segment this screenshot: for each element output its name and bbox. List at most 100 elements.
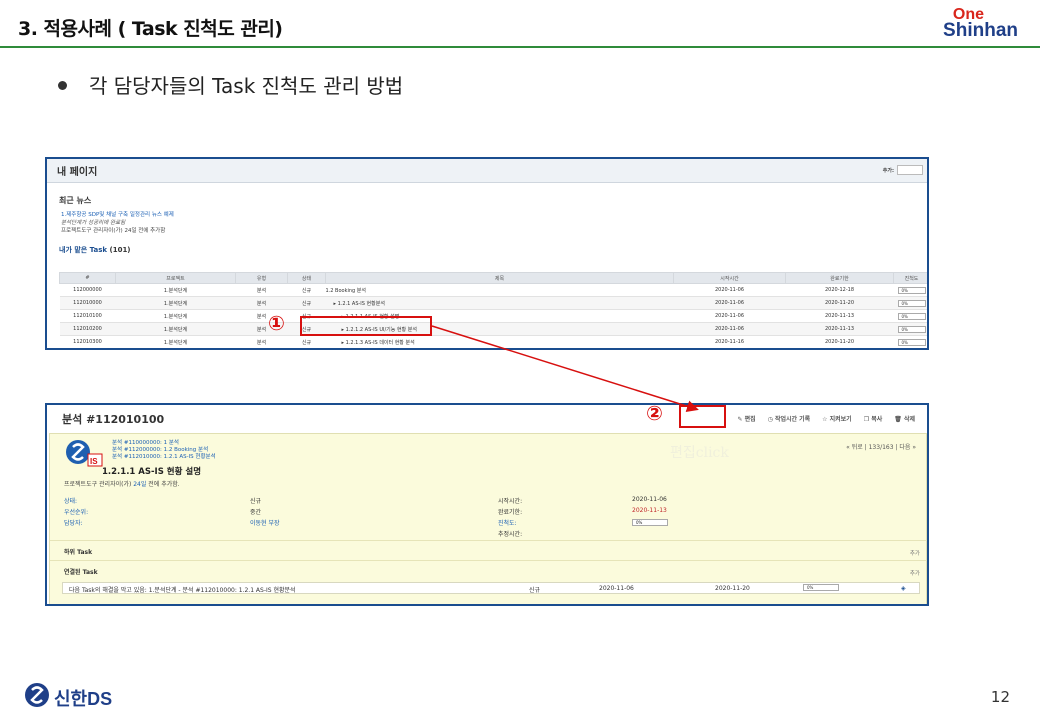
column-header[interactable]: 시작시간 <box>673 272 786 284</box>
copy-label: 복사 <box>871 416 883 423</box>
table-row[interactable]: 112010000 1.분석단계 분석 신규 ▸ 1.2.1 AS-IS 현황분… <box>59 296 927 310</box>
column-header[interactable]: 완료기한 <box>785 272 894 284</box>
svg-text:IS: IS <box>90 457 98 466</box>
task-due: 2020-12-18 <box>785 283 894 297</box>
task-project[interactable]: 1.분석단계 <box>115 322 236 336</box>
related-task-status: 신규 <box>529 587 541 594</box>
watch-label: 지켜보기 <box>829 416 852 423</box>
news-meta: 프로젝트도구 관리자이(가) 24일 전에 추가함 <box>61 228 166 234</box>
table-header-row: # 프로젝트 유형 상태 제목 시작시간 완료기한 진척도 <box>59 272 927 284</box>
progress-bar: 0% <box>632 519 668 526</box>
shinhan-logo-icon <box>25 683 49 707</box>
task-subject[interactable]: ▸ 1.2.1.3 AS-IS 데이터 현황 분석 <box>325 335 674 348</box>
table-row[interactable]: 112000000 1.분석단계 분석 신규 1.2 Booking 분석 20… <box>59 283 927 297</box>
task-project[interactable]: 1.분석단계 <box>115 283 236 297</box>
slide-title: 3. 적용사례 ( Task 진척도 관리) <box>18 18 283 40</box>
delete-button[interactable]: 🗑 삭제 <box>894 414 915 423</box>
issue-author-line: 프로젝트도구 관리자이(가) 24일 전에 추가함. <box>64 479 180 488</box>
task-id[interactable]: 112000000 <box>59 283 116 297</box>
issue-subject: 1.2.1.1 AS-IS 현황 설명 <box>102 467 202 477</box>
issue-attributes: 상태: 신규 시작시간: 2020-11-06 우선순위: 중간 완료기한: 2… <box>64 496 924 540</box>
task-id[interactable]: 112010100 <box>59 309 116 323</box>
author-suffix: 전에 추가함. <box>146 481 180 488</box>
task-project[interactable]: 1.분석단계 <box>115 296 236 310</box>
task-id[interactable]: 112010000 <box>59 296 116 310</box>
issue-pager[interactable]: « 뒤로 | 133/163 | 다음 » <box>846 442 916 451</box>
task-subject[interactable]: ▸ 1.2.1 AS-IS 현황분석 <box>325 296 674 310</box>
task-start: 2020-11-06 <box>673 283 786 297</box>
task-status: 신규 <box>287 335 326 348</box>
issue-actions: ✎ 편집 ◷ 작업시간 기록 ☆ 지켜보기 ❐ 복사 🗑 삭제 <box>737 414 915 423</box>
add-widget-select[interactable] <box>897 165 923 175</box>
parent-task-link[interactable]: 분석 #112010000: 1.2.1 AS-IS 현황분석 <box>112 454 216 461</box>
issue-title: 분석 #112010100 <box>62 413 165 426</box>
news-link[interactable]: 1.제주항공 SDP및 채널 구축 일정관리 뉴스 예제 <box>61 211 927 219</box>
table-row[interactable]: 112010300 1.분석단계 분석 신규 ▸ 1.2.1.3 AS-IS 데… <box>59 335 927 348</box>
progress-bar: 0% <box>803 584 839 591</box>
author-text: 프로젝트도구 관리자이(가) <box>64 481 134 488</box>
related-task-due: 2020-11-20 <box>715 585 750 592</box>
priority-label: 우선순위: <box>64 509 89 516</box>
edit-label: 편집 <box>744 416 756 423</box>
progress-bar: 0% <box>897 286 926 294</box>
issue-detail-screenshot: 분석 #112010100 ✎ 편집 ◷ 작업시간 기록 ☆ 지켜보기 ❐ 복사… <box>45 403 929 606</box>
task-subject[interactable]: 1.2 Booking 분석 <box>325 283 674 297</box>
task-id[interactable]: 112010300 <box>59 335 116 348</box>
task-start: 2020-11-06 <box>673 309 786 323</box>
status-label: 상태: <box>64 498 78 505</box>
parent-task-link[interactable]: 분석 #110000000: 1 분석 <box>112 440 216 447</box>
add-related-link[interactable]: 추가 <box>910 569 920 577</box>
column-header[interactable]: 유형 <box>235 272 288 284</box>
task-type: 분석 <box>235 283 288 297</box>
progress-bar: 0% <box>897 338 926 346</box>
created-ago-link[interactable]: 24일 <box>133 481 146 488</box>
bullet-dot-icon <box>58 81 67 90</box>
my-page-header: 내 페이지 추가: <box>47 159 927 183</box>
parent-task-link[interactable]: 분석 #112000000: 1.2 Booking 분석 <box>112 447 216 454</box>
project-badge-icon: IS <box>66 440 103 467</box>
add-widget-control[interactable]: 추가: <box>883 165 923 175</box>
edit-button[interactable]: ✎ 편집 <box>737 414 755 423</box>
task-status: 신규 <box>287 296 326 310</box>
log-time-button[interactable]: ◷ 작업시간 기록 <box>768 414 811 423</box>
task-type: 분석 <box>235 296 288 310</box>
task-id[interactable]: 112010200 <box>59 322 116 336</box>
related-task-text[interactable]: 다음 Task의 해결을 막고 있음: 1.분석단계 - 분석 #1120100… <box>69 585 296 594</box>
task-project[interactable]: 1.분석단계 <box>115 309 236 323</box>
task-due: 2020-11-20 <box>785 296 894 310</box>
parent-task-breadcrumb: 분석 #110000000: 1 분석 분석 #112000000: 1.2 B… <box>112 440 216 461</box>
add-subtask-link[interactable]: 추가 <box>910 549 920 557</box>
task-progress: 0% <box>893 296 927 310</box>
connector-arrow <box>431 325 699 413</box>
column-header[interactable]: 상태 <box>287 272 326 284</box>
column-header[interactable]: 제목 <box>325 272 674 284</box>
task-progress: 0% <box>893 283 927 297</box>
title-rule <box>0 46 1040 48</box>
column-header[interactable]: # <box>59 272 116 284</box>
priority-value: 중간 <box>250 509 262 516</box>
assignee-link[interactable]: 이동현 부장 <box>250 518 280 527</box>
related-task-row[interactable]: 다음 Task의 해결을 막고 있음: 1.분석단계 - 분석 #1120100… <box>62 582 920 594</box>
progress-bar: 0% <box>897 325 926 333</box>
copy-button[interactable]: ❐ 복사 <box>864 414 883 423</box>
task-progress: 0% <box>893 335 927 348</box>
column-header[interactable]: 프로젝트 <box>115 272 236 284</box>
task-project[interactable]: 1.분석단계 <box>115 335 236 348</box>
remove-relation-icon[interactable]: ◈ <box>901 585 906 592</box>
subtasks-label: 하위 Task <box>64 549 93 556</box>
step-marker-2: ② <box>646 401 663 425</box>
table-row[interactable]: 112010100 1.분석단계 분석 신규 ▸ 1.2.1.1 AS-IS 현… <box>59 309 927 323</box>
news-summary: 분석단계가 성공리에 완료됨 <box>61 220 126 226</box>
column-header[interactable]: 진척도 <box>893 272 927 284</box>
step-marker-1: ① <box>268 311 285 335</box>
estimate-label: 추정시간: <box>498 531 523 538</box>
start-label: 시작시간: <box>498 498 523 505</box>
my-tasks-count: (101) <box>109 246 131 254</box>
watch-button[interactable]: ☆ 지켜보기 <box>822 414 852 423</box>
task-start: 2020-11-06 <box>673 296 786 310</box>
bullet-text: 각 담당자들의 Task 진척도 관리 방법 <box>89 74 404 98</box>
subtasks-section: 하위 Task 추가 <box>50 540 927 560</box>
table-row[interactable]: 112010200 1.분석단계 분석 신규 ▸ 1.2.1.2 AS-IS U… <box>59 322 927 336</box>
delete-label: 삭제 <box>903 416 915 423</box>
log-time-label: 작업시간 기록 <box>774 416 811 423</box>
